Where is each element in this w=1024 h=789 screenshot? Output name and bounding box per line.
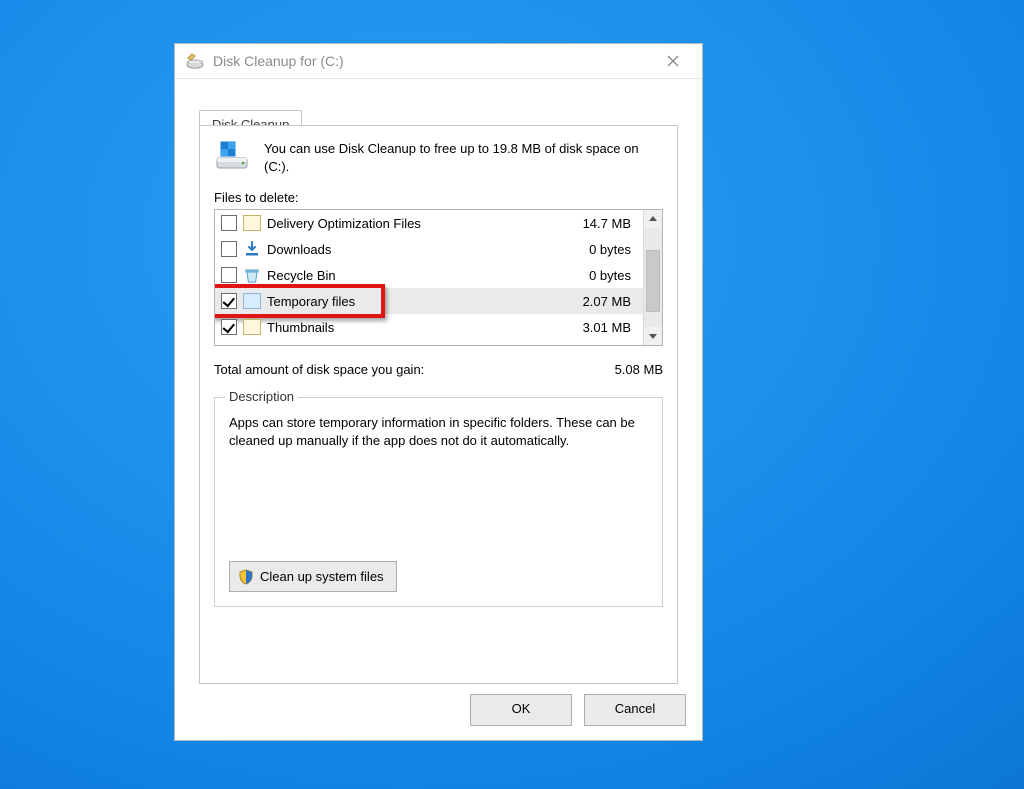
- total-row: Total amount of disk space you gain: 5.0…: [214, 362, 663, 377]
- dialog-buttons: OK Cancel: [470, 694, 686, 726]
- item-size: 0 bytes: [541, 242, 637, 257]
- scrollbar-vertical[interactable]: [643, 210, 662, 345]
- item-name: Temporary files: [267, 294, 535, 309]
- close-icon: [667, 55, 679, 67]
- checkbox[interactable]: [221, 293, 237, 309]
- close-button[interactable]: [650, 46, 696, 76]
- disk-cleanup-dialog: Disk Cleanup for (C:) Disk Cleanup: [174, 43, 703, 741]
- tab-panel: You can use Disk Cleanup to free up to 1…: [199, 125, 678, 684]
- checkbox[interactable]: [221, 241, 237, 257]
- recycle-icon: [243, 266, 261, 284]
- list-item[interactable]: Delivery Optimization Files 14.7 MB: [215, 210, 643, 236]
- ok-button[interactable]: OK: [470, 694, 572, 726]
- list-item[interactable]: Thumbnails 3.01 MB: [215, 314, 643, 340]
- item-size: 0 bytes: [541, 268, 637, 283]
- item-name: Downloads: [267, 242, 535, 257]
- checkbox[interactable]: [221, 267, 237, 283]
- scrollbar-track[interactable]: [644, 228, 662, 327]
- total-value: 5.08 MB: [573, 362, 663, 377]
- description-legend: Description: [225, 389, 298, 404]
- tab-area: Disk Cleanup: [187, 98, 690, 684]
- clean-system-files-button[interactable]: Clean up system files: [229, 561, 397, 592]
- folder-blue-icon: [243, 292, 261, 310]
- files-to-delete-label: Files to delete:: [214, 190, 663, 205]
- file-icon: [243, 214, 261, 232]
- clean-system-files-label: Clean up system files: [260, 569, 384, 584]
- scrollbar-thumb[interactable]: [646, 250, 660, 312]
- scroll-down-button[interactable]: [644, 327, 662, 345]
- titlebar[interactable]: Disk Cleanup for (C:): [175, 44, 702, 79]
- file-icon: [243, 318, 261, 336]
- item-size: 2.07 MB: [541, 294, 637, 309]
- item-name: Thumbnails: [267, 320, 535, 335]
- total-label: Total amount of disk space you gain:: [214, 362, 573, 377]
- description-text: Apps can store temporary information in …: [229, 414, 648, 450]
- intro-row: You can use Disk Cleanup to free up to 1…: [214, 138, 663, 176]
- scroll-up-button[interactable]: [644, 210, 662, 228]
- description-group: Description Apps can store temporary inf…: [214, 397, 663, 607]
- item-name: Recycle Bin: [267, 268, 535, 283]
- item-size: 14.7 MB: [541, 216, 637, 231]
- checkbox[interactable]: [221, 319, 237, 335]
- item-name: Delivery Optimization Files: [267, 216, 535, 231]
- file-list: Delivery Optimization Files 14.7 MB Downlo…: [214, 209, 663, 346]
- download-icon: [243, 240, 261, 258]
- list-item[interactable]: Downloads 0 bytes: [215, 236, 643, 262]
- shield-icon: [238, 569, 254, 585]
- list-item[interactable]: Recycle Bin 0 bytes: [215, 262, 643, 288]
- list-item[interactable]: Temporary files 2.07 MB: [215, 288, 643, 314]
- disk-cleanup-icon: [185, 51, 205, 71]
- intro-text: You can use Disk Cleanup to free up to 1…: [264, 138, 663, 176]
- drive-icon: [214, 138, 250, 174]
- checkbox[interactable]: [221, 215, 237, 231]
- desktop-background: Disk Cleanup for (C:) Disk Cleanup: [0, 0, 1024, 789]
- window-title: Disk Cleanup for (C:): [213, 53, 344, 69]
- cancel-button[interactable]: Cancel: [584, 694, 686, 726]
- item-size: 3.01 MB: [541, 320, 637, 335]
